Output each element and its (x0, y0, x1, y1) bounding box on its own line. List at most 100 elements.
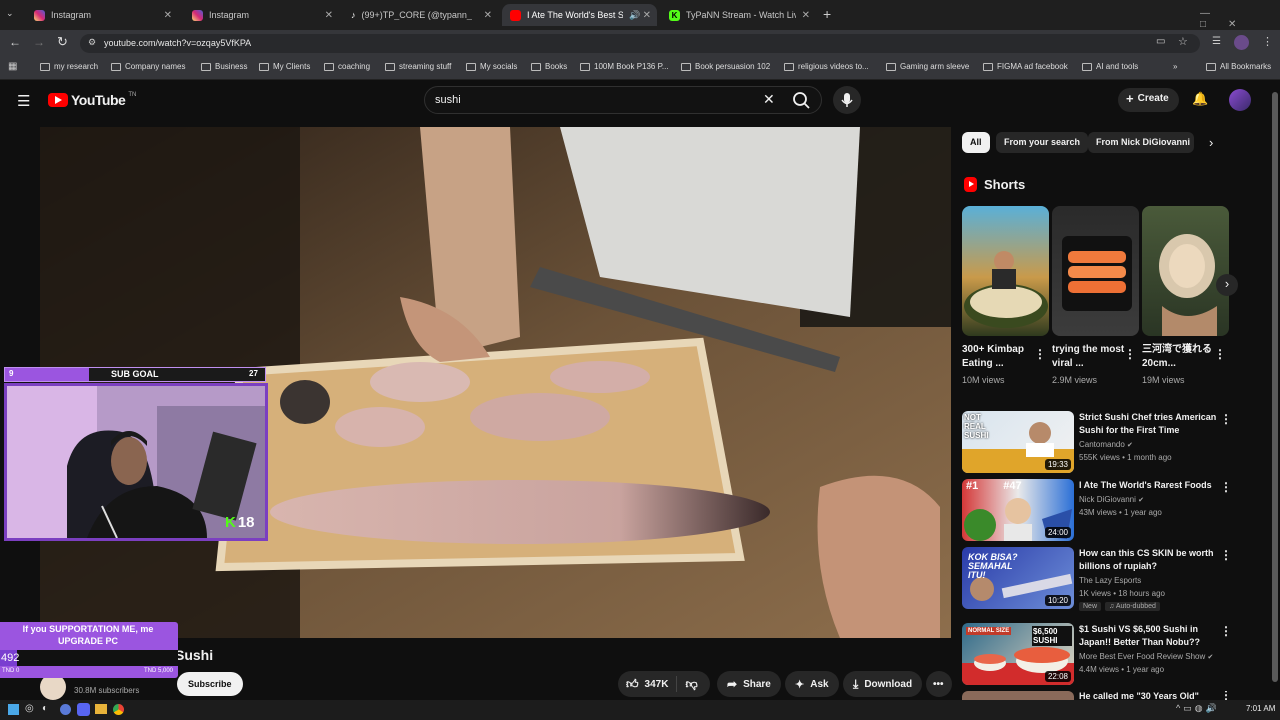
reload-icon[interactable]: ↻ (57, 34, 68, 50)
short-more-icon[interactable]: ⋮ (1214, 347, 1226, 361)
chips-next-chevron-icon[interactable]: › (1209, 135, 1213, 150)
like-button[interactable]: 👍︎ 347K (618, 676, 678, 692)
file-explorer-icon[interactable] (95, 704, 107, 714)
subscribe-button[interactable]: Subscribe (177, 672, 243, 696)
all-bookmarks[interactable]: All Bookmarks (1206, 62, 1271, 71)
short-title-2[interactable]: trying the most viral ... (1052, 343, 1132, 371)
hamburger-menu-icon[interactable]: ☰ (17, 92, 30, 110)
video-more-icon[interactable]: ⋮ (1220, 624, 1232, 638)
close-icon[interactable]: ✕ (164, 10, 172, 21)
tab-search-chevron-icon[interactable]: ⌄ (6, 8, 14, 19)
close-icon[interactable]: ✕ (325, 10, 333, 21)
system-tray-icons[interactable]: ^▭◍🔊 (1176, 703, 1220, 714)
voice-search-button[interactable] (833, 86, 861, 114)
search-taskbar-icon[interactable]: ◎ (25, 703, 34, 714)
kick-icon: K (225, 514, 236, 531)
share-button[interactable]: ➦ Share (717, 671, 781, 697)
video-channel: More Best Ever Food Review Show ✔ (1079, 652, 1214, 661)
browser-tab-1[interactable]: Instagram ✕ (26, 4, 178, 26)
bookmark-item[interactable]: FIGMA ad facebook (983, 62, 1068, 71)
video-duration: 22:08 (1044, 671, 1071, 682)
ask-button[interactable]: ✦ Ask (785, 671, 839, 697)
notifications-bell-icon[interactable]: 🔔 (1192, 91, 1208, 107)
close-icon[interactable]: ✕ (802, 10, 810, 21)
install-icon[interactable]: ▭ (1156, 36, 1165, 47)
dislike-button[interactable]: 👎︎ (677, 677, 705, 692)
browser-tab-2[interactable]: Instagram ✕ (184, 4, 339, 26)
page-scrollbar[interactable] (1272, 82, 1278, 700)
verified-check-icon: ✔ (1207, 654, 1214, 661)
shorts-next-chevron-icon[interactable]: › (1216, 274, 1238, 296)
app-icon[interactable] (60, 704, 71, 715)
discord-icon[interactable] (77, 703, 90, 716)
bookmark-item[interactable]: my research (40, 62, 98, 71)
bookmark-item[interactable]: Books (531, 62, 567, 71)
video-more-icon[interactable]: ⋮ (1220, 480, 1232, 494)
bookmark-item[interactable]: AI and tools (1082, 62, 1138, 71)
profile-avatar[interactable] (1234, 35, 1249, 50)
bookmarks-overflow[interactable]: » (1173, 62, 1177, 71)
short-more-icon[interactable]: ⋮ (1124, 347, 1136, 361)
bookmark-item[interactable]: Book persuasion 102 (681, 62, 770, 71)
recommended-video-3[interactable]: KOK BISA? SEMAHAL ITU! 10:20 How can thi… (962, 547, 1232, 611)
recommended-video-4[interactable]: NORMAL SIZE $6,500 SUSHI 22:08 $1 Sushi … (962, 623, 1232, 687)
video-duration: 19:33 (1044, 459, 1071, 470)
short-more-icon[interactable]: ⋮ (1034, 347, 1046, 361)
video-more-icon[interactable]: ⋮ (1220, 548, 1232, 562)
close-icon[interactable]: ✕ (643, 10, 651, 21)
short-title-1[interactable]: 300+ Kimbap Eating ... (962, 343, 1042, 371)
browser-tab-5[interactable]: K TyPaNN Stream - Watch Live o ✕ (661, 4, 816, 26)
chip-all[interactable]: All (962, 132, 990, 153)
clear-search-icon[interactable]: ✕ (763, 91, 775, 108)
video-meta: 1K views • 18 hours ago (1079, 589, 1165, 598)
new-tab-button[interactable]: + (823, 6, 831, 22)
youtube-logo[interactable]: YouTube TN (48, 92, 136, 108)
speaker-icon[interactable]: 🔊 (629, 10, 640, 21)
task-view-icon[interactable]: ◐ (42, 703, 48, 714)
short-title-3[interactable]: 三河湾で獲れる20cm... (1142, 343, 1222, 371)
close-icon[interactable]: ✕ (484, 10, 492, 21)
recommended-video-1[interactable]: NOT REAL SUSHI 19:33 Strict Sushi Chef t… (962, 411, 1232, 475)
browser-tab-3[interactable]: ♪ (99+)TP_CORE (@typann_core) ✕ (343, 4, 498, 26)
recommended-video-2[interactable]: #1 #47 24:00 I Ate The World's Rarest Fo… (962, 479, 1232, 543)
bookmark-item[interactable]: My Clients (259, 62, 310, 71)
bookmark-star-icon[interactable]: ☆ (1178, 35, 1188, 48)
tab-label: I Ate The World's Best Sushi (527, 10, 623, 20)
video-more-icon[interactable]: ⋮ (1220, 412, 1232, 426)
chip-from-your-search[interactable]: From your search (996, 132, 1089, 153)
forward-arrow-icon[interactable]: → (33, 35, 45, 49)
back-arrow-icon[interactable]: ← (9, 35, 21, 49)
short-thumbnail-2[interactable] (1052, 206, 1139, 336)
window-controls[interactable]: —□✕ (1200, 8, 1280, 30)
apps-grid-icon[interactable]: ▦ (8, 61, 17, 72)
extensions-icon[interactable]: ☰ (1212, 36, 1221, 47)
recommended-video-5[interactable]: He called me "30 Years Old" ⋮ (962, 691, 1232, 700)
short-thumbnail-1[interactable] (962, 206, 1049, 336)
scrollbar-thumb[interactable] (1272, 92, 1278, 682)
video-more-icon[interactable]: ⋮ (1220, 691, 1232, 700)
bookmark-item[interactable]: 100M Book P136 P... (580, 62, 669, 71)
chip-from-channel[interactable]: From Nick DiGiovanni (1088, 132, 1194, 153)
account-avatar[interactable] (1229, 89, 1251, 111)
download-button[interactable]: ⤓ Download (843, 671, 923, 697)
like-count: 347K (644, 678, 669, 690)
more-actions-button[interactable]: ••• (926, 671, 952, 697)
thumbnail-caption: KOK BISA? SEMAHAL ITU! (968, 552, 1018, 580)
create-button[interactable]: + Create (1118, 88, 1179, 112)
bookmark-item[interactable]: My socials (466, 62, 517, 71)
bookmark-item[interactable]: coaching (324, 62, 370, 71)
url-text: youtube.com/watch?v=ozqay5VfKPA (104, 38, 252, 48)
site-info-icon[interactable]: ⚙ (88, 37, 96, 48)
browser-tab-4-active[interactable]: I Ate The World's Best Sushi 🔊 ✕ (502, 4, 657, 26)
short-thumbnail-3[interactable] (1142, 206, 1229, 336)
search-button[interactable] (788, 88, 816, 112)
bookmark-item[interactable]: Gaming arm sleeve (886, 62, 969, 71)
bookmark-item[interactable]: streaming stuff (385, 62, 451, 71)
bookmark-item[interactable]: Business (201, 62, 247, 71)
bookmark-item[interactable]: Company names (111, 62, 185, 71)
chrome-icon[interactable] (113, 704, 124, 715)
browser-menu-icon[interactable]: ⋮ (1262, 35, 1273, 48)
bookmark-item[interactable]: religious videos to... (784, 62, 869, 71)
url-field[interactable]: ⚙ youtube.com/watch?v=ozqay5VfKPA (80, 34, 1200, 53)
start-icon[interactable] (8, 704, 19, 715)
